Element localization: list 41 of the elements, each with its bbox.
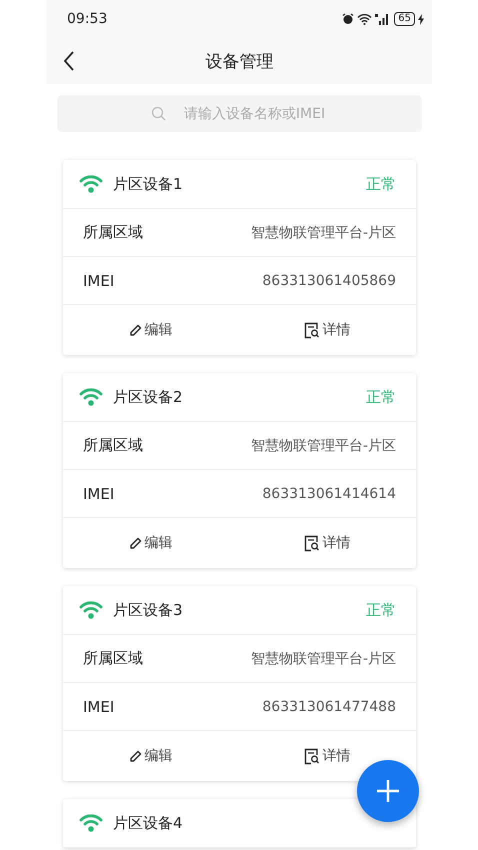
alarm-icon <box>342 13 354 25</box>
field-value: 智慧物联管理平台-片区 <box>250 650 396 668</box>
device-name: 片区设备4 <box>113 814 184 832</box>
edit-button[interactable]: 编辑 <box>128 528 172 558</box>
field-label: IMEI <box>83 484 114 502</box>
field-value: 863313061477488 <box>262 698 396 714</box>
page-title: 设备管理 <box>206 50 274 72</box>
device-name: 片区设备2 <box>113 388 184 406</box>
status-label: 正常 <box>366 388 396 406</box>
field-value: 863313061405869 <box>262 272 396 288</box>
pencil-icon <box>128 324 142 336</box>
document-search-icon <box>304 534 320 552</box>
field-label: IMEI <box>83 272 114 290</box>
status-label: 正常 <box>366 174 396 194</box>
back-icon[interactable] <box>63 51 75 71</box>
status-label: 正常 <box>366 600 396 620</box>
field-value: 863313061414614 <box>262 486 396 502</box>
search-field[interactable]: 请输入设备名称或IMEI <box>57 95 422 132</box>
detail-button[interactable]: 详情 <box>304 741 350 771</box>
detail-button[interactable]: 详情 <box>304 315 350 345</box>
pencil-icon <box>128 750 142 762</box>
status-time: 09:53 <box>67 11 108 27</box>
document-search-icon <box>304 748 320 764</box>
wifi-icon <box>357 13 372 25</box>
device-name: 片区设备1 <box>113 174 184 194</box>
device-name: 片区设备3 <box>113 600 184 620</box>
field-label: 所属区域 <box>83 436 143 455</box>
document-search-icon <box>304 322 320 338</box>
edit-button[interactable]: 编辑 <box>128 741 172 771</box>
field-value: 智慧物联管理平台-片区 <box>250 436 396 454</box>
charging-icon <box>418 14 424 24</box>
edit-button[interactable]: 编辑 <box>128 315 172 345</box>
battery-level: 65 <box>394 12 415 26</box>
plus-icon <box>376 779 400 803</box>
field-value: 智慧物联管理平台-片区 <box>250 224 396 242</box>
field-label: 所属区域 <box>83 649 143 668</box>
field-label: 所属区域 <box>83 223 143 242</box>
detail-button[interactable]: 详情 <box>304 528 350 558</box>
search-icon <box>151 106 166 121</box>
field-label: IMEI <box>83 698 114 716</box>
pencil-icon <box>128 536 142 550</box>
